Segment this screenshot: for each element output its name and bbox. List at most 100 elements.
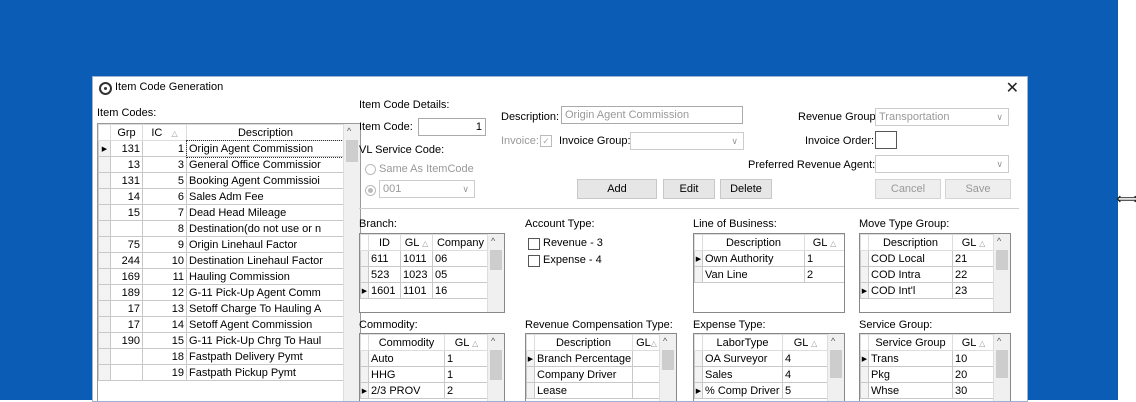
- table-row[interactable]: 15 7 Dead Head Mileage: [98, 204, 345, 221]
- table-row[interactable]: 131 5 Booking Agent Commissioi: [98, 172, 345, 189]
- scroll-thumb[interactable]: [996, 350, 1008, 378]
- table-row[interactable]: Whse 30: [860, 382, 995, 399]
- gl-column-header[interactable]: GL △: [782, 334, 829, 351]
- row-selector[interactable]: [694, 266, 703, 283]
- row-selector[interactable]: ▶: [360, 282, 369, 299]
- scroll-up-icon[interactable]: ^: [491, 236, 495, 246]
- gl-column-header[interactable]: GL △: [952, 234, 995, 251]
- table-row[interactable]: Lease: [526, 382, 661, 399]
- scroll-up-icon[interactable]: ^: [347, 126, 351, 136]
- row-selector[interactable]: [98, 172, 111, 189]
- table-row[interactable]: 169 11 Hauling Commission: [98, 268, 345, 285]
- row-selector[interactable]: [360, 266, 369, 283]
- cancel-button[interactable]: Cancel: [875, 179, 941, 199]
- grp-column-header[interactable]: Grp: [110, 124, 143, 141]
- table-row[interactable]: Auto 1: [360, 350, 489, 367]
- gl-column-header[interactable]: GL △: [444, 334, 489, 351]
- item-codes-scrollbar[interactable]: ^: [343, 124, 360, 401]
- same-as-itemcode-radio[interactable]: [365, 164, 376, 175]
- revenue-group-combo[interactable]: Transportation: [875, 108, 1009, 126]
- row-selector[interactable]: [98, 284, 111, 301]
- table-row[interactable]: COD Local 21: [860, 250, 995, 267]
- table-row[interactable]: 18 Fastpath Delivery Pymt: [98, 348, 345, 365]
- ic-column-header[interactable]: IC △: [142, 124, 187, 141]
- row-selector[interactable]: [860, 266, 869, 283]
- gl-column-header[interactable]: GL△: [632, 334, 661, 351]
- table-row[interactable]: ▶% Comp Driver 5: [694, 382, 829, 399]
- row-selector[interactable]: [98, 188, 111, 205]
- row-selector[interactable]: [98, 348, 111, 365]
- table-row[interactable]: 523 1023 05: [360, 266, 489, 283]
- row-selector[interactable]: [360, 250, 369, 267]
- table-row[interactable]: COD Intra 22: [860, 266, 995, 283]
- gl-column-header[interactable]: GL △: [952, 334, 995, 351]
- description-column-header[interactable]: Description: [186, 124, 345, 141]
- row-selector[interactable]: [98, 268, 111, 285]
- scroll-thumb[interactable]: [662, 350, 674, 370]
- description-input[interactable]: Origin Agent Commission: [561, 106, 743, 124]
- row-selector[interactable]: [860, 250, 869, 267]
- table-row[interactable]: ▶ 1601 1101 16: [360, 282, 489, 299]
- expense-type-scrollbar[interactable]: ^: [827, 334, 844, 401]
- row-selector[interactable]: [860, 366, 869, 383]
- edit-button[interactable]: Edit: [663, 179, 715, 199]
- scroll-thumb[interactable]: [490, 250, 502, 270]
- expense-type-grid[interactable]: LaborType GL △ OA Surveyor 4 Sales 4 ▶% Comp…: [693, 333, 845, 401]
- table-row[interactable]: 19 Fastpath Pickup Pymt: [98, 364, 345, 381]
- move-type-scrollbar[interactable]: ^: [993, 234, 1010, 312]
- service-group-grid[interactable]: Service Group GL △ ▶ Trans 10 Pkg 20 Whse 30 ^: [859, 333, 1011, 401]
- table-row[interactable]: 244 10 Destination Linehaul Factor: [98, 252, 345, 269]
- item-codes-grid[interactable]: Grp IC △ Description ▶ 131 1 Origin Agent C…: [97, 123, 361, 401]
- scroll-up-icon[interactable]: ^: [663, 336, 667, 346]
- row-selector[interactable]: ▶: [694, 382, 703, 399]
- row-selector[interactable]: [98, 220, 111, 237]
- scroll-up-icon[interactable]: ^: [997, 336, 1001, 346]
- scroll-thumb[interactable]: [346, 140, 358, 162]
- close-icon[interactable]: ✕: [1006, 78, 1019, 98]
- description-column-header[interactable]: Description: [702, 234, 805, 251]
- table-row[interactable]: ▶ Trans 10: [860, 350, 995, 367]
- row-selector[interactable]: [694, 350, 703, 367]
- id-column-header[interactable]: ID: [368, 234, 401, 251]
- expense-4-checkbox[interactable]: [528, 255, 540, 267]
- revenue-3-checkbox[interactable]: [528, 238, 540, 250]
- row-selector[interactable]: ▶: [526, 350, 535, 367]
- table-row[interactable]: 190 15 G-11 Pick-Up Chrg To Haul: [98, 332, 345, 349]
- resize-arrows-icon[interactable]: ⟺: [1116, 192, 1136, 208]
- scroll-up-icon[interactable]: ^: [491, 336, 495, 346]
- service-code-radio[interactable]: [365, 185, 376, 196]
- revenue-compensation-scrollbar[interactable]: ^: [659, 334, 676, 401]
- invoice-group-combo[interactable]: [630, 132, 744, 150]
- row-selector[interactable]: ▶: [694, 250, 703, 267]
- table-row[interactable]: 17 13 Setoff Charge To Hauling A: [98, 300, 345, 317]
- row-selector[interactable]: [98, 236, 111, 253]
- branch-scrollbar[interactable]: ^: [487, 234, 504, 312]
- table-row[interactable]: 611 1011 06: [360, 250, 489, 267]
- commodity-column-header[interactable]: Commodity: [368, 334, 445, 351]
- row-selector[interactable]: [526, 366, 535, 383]
- row-selector[interactable]: [694, 366, 703, 383]
- table-row[interactable]: HHG 1: [360, 366, 489, 383]
- company-column-header[interactable]: Company: [432, 234, 489, 251]
- row-selector[interactable]: ▶: [98, 140, 111, 157]
- line-of-business-grid[interactable]: Description GL △ ▶ Own Authority 1 Van Line…: [693, 233, 845, 313]
- gl-column-header[interactable]: GL △: [804, 234, 844, 251]
- branch-grid[interactable]: ID GL △ Company 611 1011 06 523 1023 05 ▶ 1601 1…: [359, 233, 505, 313]
- table-row[interactable]: OA Surveyor 4: [694, 350, 829, 367]
- row-selector[interactable]: [860, 382, 869, 399]
- commodity-scrollbar[interactable]: ^: [487, 334, 504, 401]
- revenue-compensation-type-grid[interactable]: Description GL△ ▶ Branch Percentage Compan…: [525, 333, 677, 401]
- service-group-column-header[interactable]: Service Group: [868, 334, 953, 351]
- row-selector[interactable]: [98, 332, 111, 349]
- table-row[interactable]: 8 Destination(do not use or n: [98, 220, 345, 237]
- table-row[interactable]: 13 3 General Office Commissior: [98, 156, 345, 173]
- commodity-grid[interactable]: Commodity GL △ Auto 1 HHG 1 ▶ 2/3 PROV 2 ^: [359, 333, 505, 401]
- row-selector[interactable]: [526, 382, 535, 399]
- row-selector[interactable]: [98, 364, 111, 381]
- gl-column-header[interactable]: GL △: [400, 234, 433, 251]
- add-button[interactable]: Add: [577, 179, 657, 199]
- table-row[interactable]: ▶ Own Authority 1: [694, 250, 844, 267]
- table-row[interactable]: Van Line 2: [694, 266, 844, 283]
- preferred-revenue-agent-combo[interactable]: [875, 155, 1009, 173]
- row-selector[interactable]: [98, 156, 111, 173]
